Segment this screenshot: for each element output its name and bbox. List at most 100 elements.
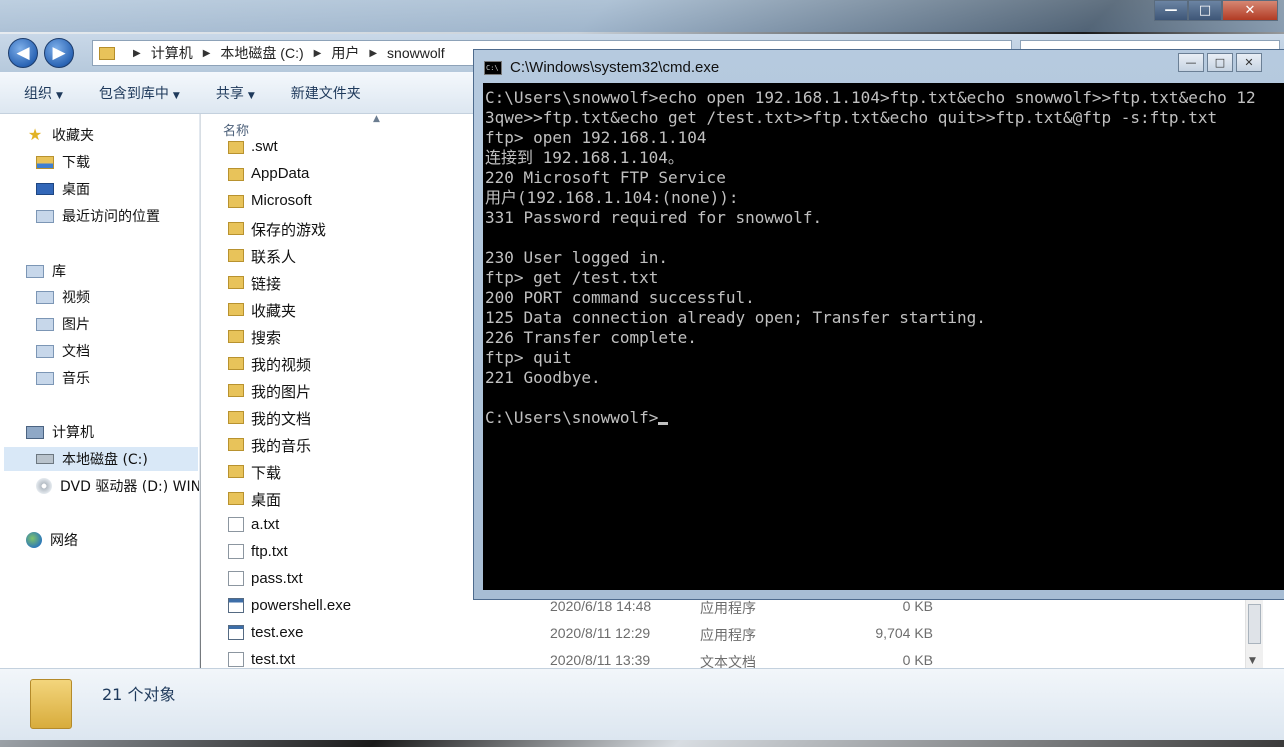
folder-icon: [228, 330, 244, 343]
file-size: 9,704 KB: [875, 625, 933, 641]
file-name: 搜索: [251, 330, 282, 347]
dropdown-arrow-icon: ▼: [56, 90, 63, 101]
recent-places-icon: [36, 209, 54, 223]
back-arrow-icon: ◀: [16, 43, 30, 63]
scroll-down-icon[interactable]: ▼: [1249, 656, 1256, 666]
forward-button[interactable]: ▶: [44, 38, 74, 68]
console-line-text: 连接到 192.168.1.104。: [485, 148, 684, 167]
file-name: 下载: [251, 465, 282, 482]
console-line: 331 Password required for snowwolf.: [485, 208, 822, 228]
nav-computer[interactable]: 计算机: [26, 420, 94, 444]
forward-arrow-icon: ▶: [52, 43, 66, 63]
maximize-icon: □: [1214, 56, 1226, 69]
organize-menu[interactable]: 组织 ▼: [24, 83, 63, 103]
file-name: Microsoft: [251, 192, 312, 209]
chevron-right-icon: ▶: [313, 47, 322, 59]
nav-music[interactable]: 音乐: [36, 366, 90, 390]
maximize-icon: □: [1198, 3, 1212, 18]
cmd-window-title: C:\Windows\system32\cmd.exe: [510, 59, 720, 76]
new-folder-button[interactable]: 新建文件夹: [291, 83, 361, 103]
console-line: 200 PORT command successful.: [485, 288, 755, 308]
scrollbar-thumb[interactable]: [1248, 604, 1261, 644]
cmd-window: C:\ C:\Windows\system32\cmd.exe — □ ✕ C:…: [473, 49, 1284, 600]
nav-recent[interactable]: 最近访问的位置: [36, 204, 160, 228]
folder-icon: [228, 411, 244, 424]
folder-icon: [228, 276, 244, 289]
folder-icon: [228, 141, 244, 154]
folder-icon: [228, 249, 244, 262]
close-icon: ✕: [1244, 56, 1254, 69]
folder-icon: [228, 195, 244, 208]
text-file-icon: [228, 517, 244, 532]
library-icon: [26, 264, 44, 278]
console-line: 230 User logged in.: [485, 248, 668, 268]
console-line: 连接到 192.168.1.104。: [485, 148, 684, 168]
text-cursor: [658, 422, 669, 425]
file-name: AppData: [251, 165, 310, 182]
console-line-text: ftp> open 192.168.1.104: [485, 128, 707, 147]
file-name: 我的文档: [251, 411, 312, 428]
breadcrumb-users[interactable]: 用户: [331, 43, 359, 63]
cmd-caption-buttons: — □ ✕: [1178, 53, 1265, 72]
nav-favorites[interactable]: ★ 收藏夹: [26, 123, 94, 147]
dropdown-arrow-icon: ▼: [247, 90, 255, 101]
file-name: 桌面: [251, 492, 282, 509]
nav-pictures[interactable]: 图片: [36, 312, 90, 336]
nav-network[interactable]: 网络: [26, 528, 78, 552]
cmd-minimize-button[interactable]: —: [1178, 53, 1204, 72]
include-library-menu[interactable]: 包含到库中 ▼: [99, 83, 180, 103]
breadcrumb-computer[interactable]: 计算机: [151, 43, 193, 63]
folder-icon: [228, 384, 244, 397]
file-name: ftp.txt: [251, 543, 288, 560]
folder-icon: [228, 492, 244, 505]
network-icon: [26, 532, 42, 548]
dropdown-arrow-icon: ▼: [172, 90, 180, 101]
file-size: 0 KB: [902, 598, 933, 614]
breadcrumb-snowwolf[interactable]: snowwolf: [387, 45, 445, 61]
nav-desktop[interactable]: 桌面: [36, 177, 90, 201]
folder-icon: [99, 46, 115, 60]
maximize-button[interactable]: □: [1188, 0, 1222, 21]
nav-videos[interactable]: 视频: [36, 285, 90, 309]
file-date: 2020/8/11 13:39: [550, 652, 651, 668]
file-row[interactable]: test.exe 2020/8/11 12:29 应用程序 9,704 KB: [201, 620, 1241, 647]
downloads-folder-icon: [36, 155, 54, 169]
share-menu[interactable]: 共享 ▼: [216, 83, 255, 103]
close-button[interactable]: ✕: [1222, 0, 1278, 21]
cmd-close-button[interactable]: ✕: [1236, 53, 1262, 72]
minimize-button[interactable]: —: [1154, 0, 1188, 21]
console-line: 用户(192.168.1.104:(none)):: [485, 188, 739, 208]
nav-libraries[interactable]: 库: [26, 259, 66, 283]
dvd-drive-icon: [36, 478, 52, 494]
navigation-pane: ★ 收藏夹 下载 桌面 最近访问的位置 库 视频 图片 文档 音乐 计算机 本地磁…: [0, 114, 200, 668]
breadcrumb-local-disk[interactable]: 本地磁盘 (C:): [220, 43, 303, 63]
folder-icon: [228, 438, 244, 451]
nav-documents[interactable]: 文档: [36, 339, 90, 363]
video-library-icon: [36, 290, 54, 304]
nav-dvd-drive[interactable]: DVD 驱动器 (D:) WIN: [36, 474, 199, 498]
text-file-icon: [228, 652, 244, 667]
chevron-right-icon: ▶: [369, 47, 378, 59]
window-caption-buttons: — □ ✕: [1154, 0, 1278, 22]
file-name: 保存的游戏: [251, 222, 327, 239]
sort-ascending-icon: ▲: [373, 114, 380, 124]
file-date: 2020/6/18 14:48: [550, 598, 652, 614]
console-line: C:\Users\snowwolf>echo open 192.168.1.10…: [485, 88, 1256, 108]
file-name: 我的音乐: [251, 438, 312, 455]
cmd-title-bar[interactable]: C:\ C:\Windows\system32\cmd.exe — □ ✕: [474, 50, 1284, 82]
nav-local-disk[interactable]: 本地磁盘 (C:): [4, 447, 198, 471]
back-button[interactable]: ◀: [8, 38, 38, 68]
nav-downloads[interactable]: 下载: [36, 150, 90, 174]
console-line: 3qwe>>ftp.txt&echo get /test.txt>>ftp.tx…: [485, 108, 1217, 128]
console-line-text: 221 Goodbye.: [485, 368, 601, 387]
console-line: ftp> open 192.168.1.104: [485, 128, 707, 148]
file-name: pass.txt: [251, 570, 303, 587]
console-line-text: 230 User logged in.: [485, 248, 669, 267]
console-line-text: 331 Password required for snowwolf.: [485, 208, 823, 227]
console-line-text: 200 PORT command successful.: [485, 288, 755, 307]
cmd-maximize-button[interactable]: □: [1207, 53, 1233, 72]
console-line-text: C:\Users\snowwolf>: [485, 408, 659, 427]
music-library-icon: [36, 371, 54, 385]
console-line-text: 3qwe>>ftp.txt&echo get /test.txt>>ftp.tx…: [485, 108, 1218, 127]
console-output[interactable]: C:\Users\snowwolf>echo open 192.168.1.10…: [483, 83, 1284, 590]
